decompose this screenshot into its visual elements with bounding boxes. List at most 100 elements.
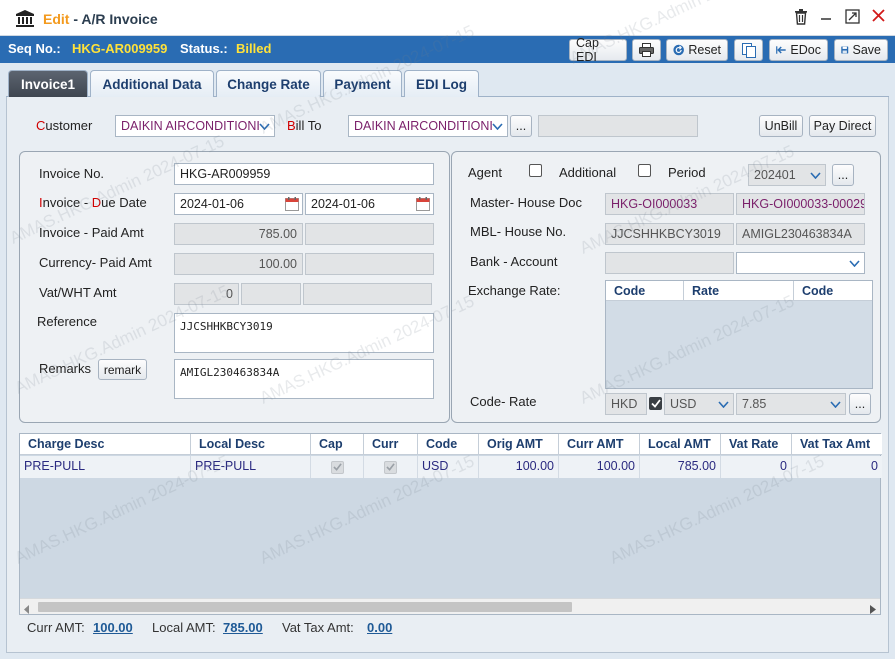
reference-textarea[interactable]: JJCSHHKBCY3019 — [174, 313, 434, 353]
currency-select[interactable]: USD — [664, 393, 734, 415]
minimize-icon[interactable] — [817, 9, 835, 27]
printer-icon — [639, 43, 654, 57]
calendar-icon[interactable] — [414, 195, 432, 213]
invoice-no-label: Invoice No. — [39, 166, 105, 181]
invoice-due-date-label: Invoice - Due Date — [39, 195, 147, 210]
period-select[interactable]: 202401 — [748, 164, 826, 186]
col-curr-amt[interactable]: Curr AMT — [559, 434, 640, 455]
period-lookup-button[interactable]: ... — [832, 164, 854, 186]
unbill-button[interactable]: UnBill — [759, 115, 803, 137]
cell-curr-amt[interactable]: 100.00 — [559, 456, 640, 478]
bill-to-label: Bill To — [287, 118, 321, 133]
cell-cap — [311, 456, 364, 478]
reset-label: Reset — [688, 43, 721, 57]
invoice-date-value: 2024-01-06 — [180, 197, 244, 211]
col-code[interactable]: Code — [418, 434, 479, 455]
due-date-label-text: ue Date — [101, 195, 147, 210]
col-orig-amt[interactable]: Orig AMT — [479, 434, 559, 455]
customer-value: DAIKIN AIRCONDITIONI — [121, 119, 260, 133]
master-house-doc-label: Master- House Doc — [470, 195, 582, 210]
tab-additional-data[interactable]: Additional Data — [90, 70, 214, 97]
bill-to-select[interactable]: DAIKIN AIRCONDITIONI — [348, 115, 508, 137]
edoc-button[interactable]: EDoc — [769, 39, 828, 61]
remark-button[interactable]: remark — [98, 359, 147, 380]
pay-direct-button[interactable]: Pay Direct — [809, 115, 876, 137]
scroll-right-icon[interactable] — [870, 602, 876, 617]
exchange-col-code[interactable]: Code — [606, 281, 684, 300]
refresh-icon — [673, 44, 684, 56]
cell-local-amt[interactable]: 785.00 — [640, 456, 721, 478]
label-separator: - — [80, 195, 92, 210]
save-button[interactable]: Save — [834, 39, 888, 61]
vat-tax-amt-label: Vat Tax Amt: — [282, 620, 354, 635]
exchange-col-code2[interactable]: Code — [794, 281, 872, 300]
maximize-icon[interactable] — [843, 9, 861, 27]
cell-local-desc[interactable]: PRE-PULL — [191, 456, 311, 478]
account-select[interactable] — [736, 252, 865, 274]
edit-mode-label: Edit — [43, 11, 70, 27]
bank-icon — [16, 10, 34, 27]
status-value: Billed — [236, 41, 272, 56]
rate-lookup-button[interactable]: ... — [849, 393, 871, 415]
tab-invoice1[interactable]: Invoice1 — [8, 70, 88, 97]
title-separator: - — [69, 11, 82, 27]
print-button[interactable] — [632, 39, 661, 61]
customer-select[interactable]: DAIKIN AIRCONDITIONI — [115, 115, 275, 137]
customer-label-text: ustomer — [45, 118, 93, 133]
period-label: Period — [668, 165, 706, 180]
delete-icon[interactable] — [792, 9, 810, 27]
col-curr[interactable]: Curr — [364, 434, 418, 455]
scroll-thumb[interactable] — [38, 602, 572, 612]
tab-change-rate[interactable]: Change Rate — [216, 70, 321, 97]
col-charge-desc[interactable]: Charge Desc — [20, 434, 191, 455]
bill-to-value: DAIKIN AIRCONDITIONI — [354, 119, 493, 133]
table-row[interactable]: PRE-PULL PRE-PULL USD 100.00 100.00 785.… — [20, 456, 882, 478]
cell-vat-tax-amt[interactable]: 0 — [792, 456, 882, 478]
local-amt-value[interactable]: 785.00 — [223, 620, 263, 635]
tab-payment[interactable]: Payment — [323, 70, 402, 97]
charges-grid: Charge Desc Local Desc Cap Curr Code Ori… — [19, 433, 882, 615]
remarks-textarea[interactable]: AMIGL230463834A — [174, 359, 434, 399]
title-label: A/R Invoice — [81, 11, 158, 27]
chevron-down-icon — [488, 117, 506, 135]
due-date-input[interactable]: 2024-01-06 — [305, 193, 434, 215]
horizontal-scrollbar[interactable] — [20, 598, 880, 614]
vat-tax-amt-value[interactable]: 0.00 — [367, 620, 392, 635]
col-cap[interactable]: Cap — [311, 434, 364, 455]
chevron-down-icon — [806, 166, 824, 184]
agent-checkbox[interactable] — [529, 164, 542, 177]
calendar-icon[interactable] — [283, 195, 301, 213]
rate-select[interactable]: 7.85 — [736, 393, 846, 415]
copy-button[interactable] — [734, 39, 763, 61]
period-value: 202401 — [754, 168, 796, 182]
cell-code[interactable]: USD — [418, 456, 479, 478]
edoc-label: EDoc — [790, 43, 821, 57]
cap-edi-button[interactable]: Cap EDI — [569, 36, 627, 64]
col-local-amt[interactable]: Local AMT — [640, 434, 721, 455]
cell-vat-rate[interactable]: 0 — [721, 456, 792, 478]
vat-wht-amt-label: Vat/WHT Amt — [39, 285, 117, 300]
currency-paid-amt-label: Currency- Paid Amt — [39, 255, 152, 270]
window-title: Edit - A/R Invoice — [43, 11, 158, 27]
cell-orig-amt[interactable]: 100.00 — [479, 456, 559, 478]
curr-amt-value[interactable]: 100.00 — [93, 620, 133, 635]
cell-charge-desc[interactable]: PRE-PULL — [20, 456, 191, 478]
exchange-col-rate[interactable]: Rate — [684, 281, 794, 300]
reset-button[interactable]: Reset — [666, 39, 728, 61]
invoice-date-input[interactable]: 2024-01-06 — [174, 193, 303, 215]
invoice-paid-amt-field — [305, 223, 434, 245]
tab-edi-log[interactable]: EDI Log — [404, 70, 479, 97]
mbl-house-no-label: MBL- House No. — [470, 224, 567, 239]
scroll-left-icon[interactable] — [24, 602, 30, 617]
currency-paid-amt-field — [305, 253, 434, 275]
code-rate-checkbox[interactable] — [649, 397, 662, 410]
copy-icon — [741, 42, 756, 58]
col-vat-rate[interactable]: Vat Rate — [721, 434, 792, 455]
col-vat-tax-amt[interactable]: Vat Tax Amt — [792, 434, 882, 455]
invoice-no-input[interactable]: HKG-AR009959 — [174, 163, 434, 185]
close-icon[interactable] — [869, 9, 887, 27]
col-local-desc[interactable]: Local Desc — [191, 434, 311, 455]
currency-value: USD — [670, 397, 697, 411]
additional-checkbox[interactable] — [638, 164, 651, 177]
bill-to-lookup-button[interactable]: ... — [510, 115, 532, 137]
